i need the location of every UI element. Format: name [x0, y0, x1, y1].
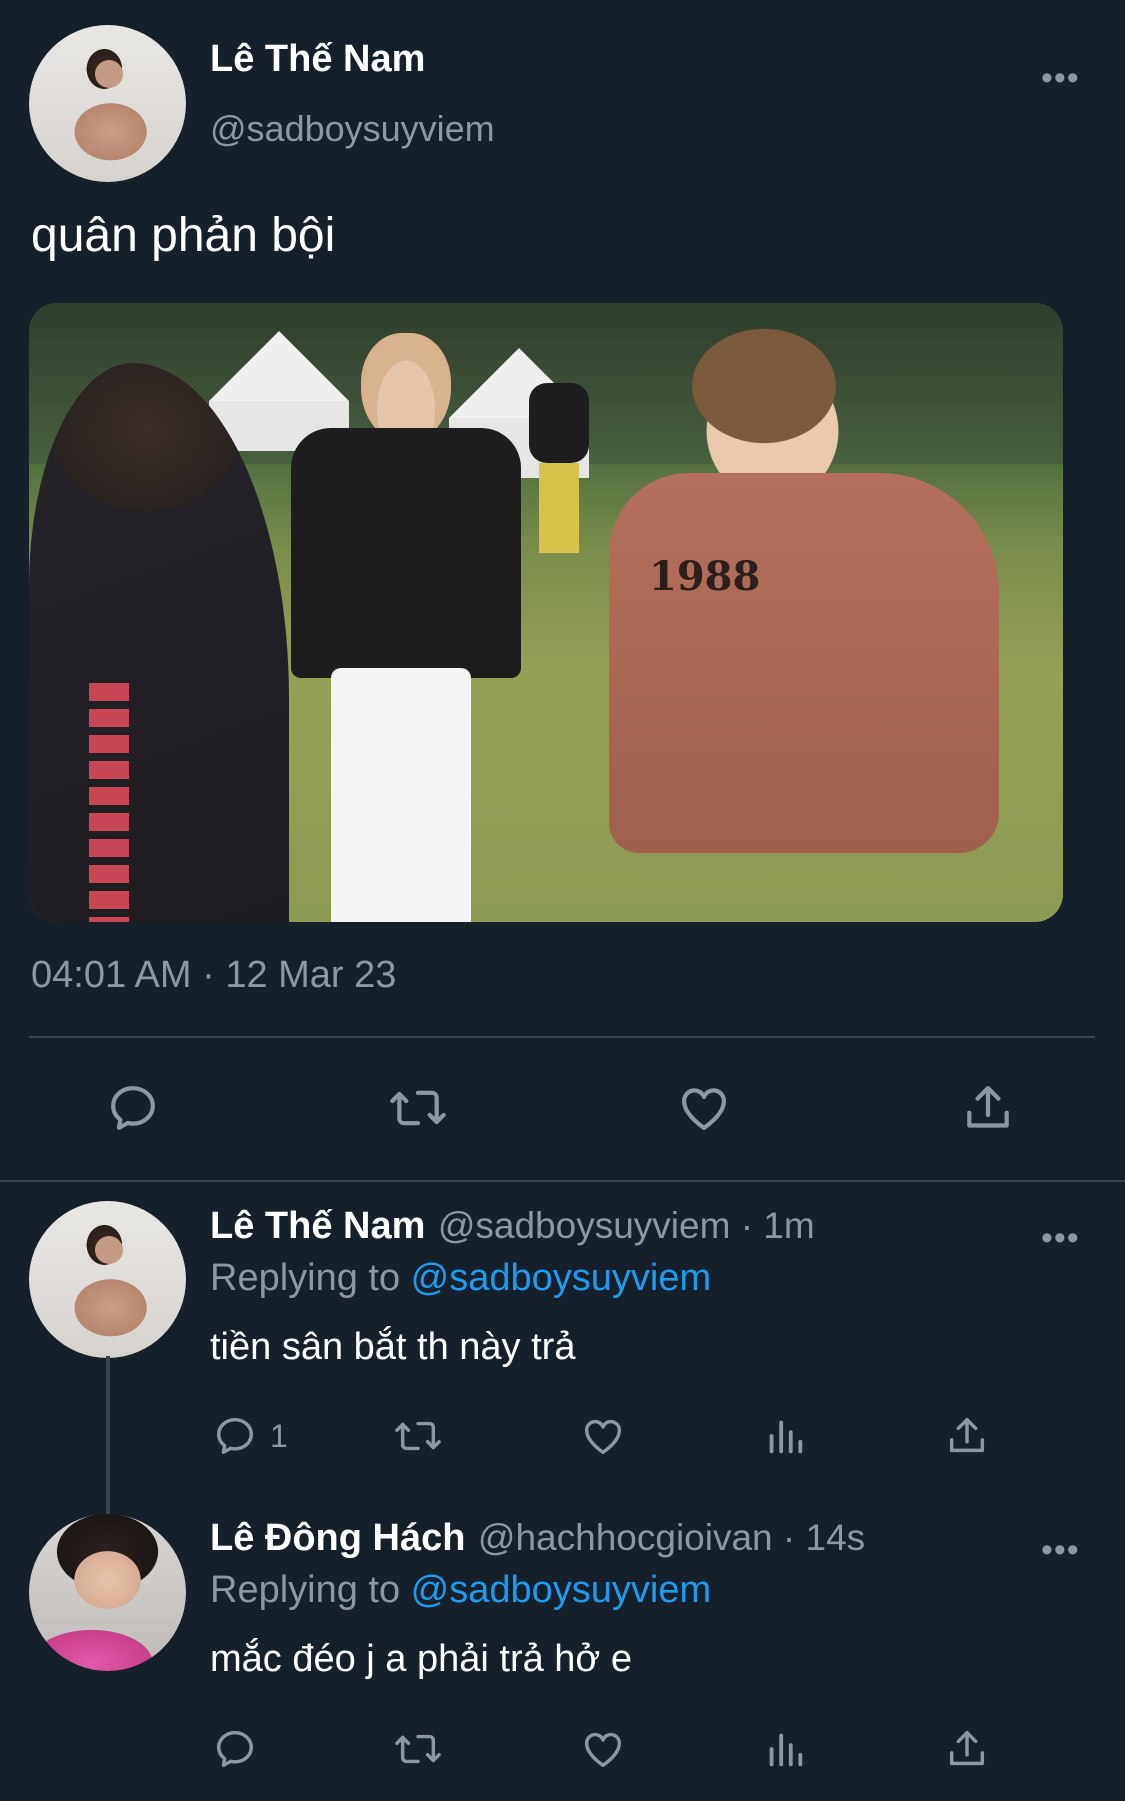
thread-connector-line	[106, 1356, 110, 1514]
media-figure: 1988	[589, 323, 1019, 922]
replying-prefix: Replying to	[210, 1257, 411, 1299]
retweet-icon	[395, 1421, 441, 1451]
retweet-button[interactable]	[392, 1726, 444, 1772]
reply-button[interactable]	[105, 1080, 161, 1136]
share-icon	[949, 1730, 985, 1766]
reply-text: mắc đéo j a phải trả hở e	[210, 1638, 633, 1680]
reply-count: 1	[270, 1417, 288, 1454]
reply-header: Lê Đông Hách @hachhocgioivan · 14s	[210, 1517, 865, 1560]
media-shirt-print: 1988	[649, 553, 761, 600]
like-button[interactable]	[676, 1080, 732, 1136]
divider	[29, 1036, 1095, 1038]
tweet-text: quân phản bội	[31, 209, 336, 262]
analytics-button[interactable]	[762, 1726, 808, 1772]
tweet-media-image[interactable]: 1988	[29, 303, 1063, 922]
reply-author-name[interactable]: Lê Thế Nam	[210, 1205, 425, 1247]
reply-author-avatar[interactable]	[29, 1514, 186, 1671]
reply-author-meta[interactable]: @hachhocgioivan · 14s	[478, 1517, 865, 1558]
reply-button[interactable]: 1	[212, 1413, 288, 1459]
reply-author-avatar[interactable]	[29, 1201, 186, 1358]
replying-mention-link[interactable]: @sadboysuyviem	[411, 1257, 711, 1299]
replying-mention-link[interactable]: @sadboysuyviem	[411, 1569, 711, 1611]
retweet-button[interactable]	[392, 1413, 444, 1459]
share-button[interactable]	[944, 1726, 990, 1772]
reply-author-name[interactable]: Lê Đông Hách	[210, 1517, 465, 1559]
reply-icon	[111, 1086, 155, 1130]
replying-prefix: Replying to	[210, 1569, 411, 1611]
reply-icon	[216, 1730, 254, 1768]
media-figure	[251, 333, 551, 922]
more-options-icon[interactable]: •••	[1041, 1533, 1080, 1567]
replying-to: Replying to @sadboysuyviem	[210, 1569, 711, 1612]
reply-text: tiền sân bắt th này trả	[210, 1326, 576, 1368]
analytics-icon	[769, 1733, 803, 1767]
reply-button[interactable]	[212, 1726, 258, 1772]
analytics-button[interactable]	[762, 1413, 808, 1459]
retweet-icon	[390, 1090, 446, 1126]
like-icon	[584, 1419, 622, 1455]
tweet-timestamp[interactable]: 04:01 AM · 12 Mar 23	[31, 954, 396, 997]
author-avatar[interactable]	[29, 25, 186, 182]
tweet-thread: Lê Thế Nam @sadboysuyviem ••• quân phản …	[0, 0, 1125, 1801]
like-icon	[682, 1088, 726, 1130]
divider	[0, 1180, 1125, 1182]
share-icon	[967, 1086, 1009, 1128]
like-icon	[584, 1732, 622, 1768]
replying-to: Replying to @sadboysuyviem	[210, 1257, 711, 1300]
more-options-icon[interactable]: •••	[1041, 1221, 1080, 1255]
like-button[interactable]	[580, 1413, 626, 1459]
reply-author-meta[interactable]: @sadboysuyviem · 1m	[438, 1205, 815, 1246]
analytics-icon	[769, 1420, 803, 1454]
share-button[interactable]	[944, 1413, 990, 1459]
reply-header: Lê Thế Nam @sadboysuyviem · 1m	[210, 1205, 815, 1248]
author-name[interactable]: Lê Thế Nam	[210, 38, 425, 81]
share-button[interactable]	[960, 1080, 1016, 1136]
retweet-icon	[395, 1734, 441, 1764]
share-icon	[949, 1417, 985, 1453]
like-button[interactable]	[580, 1726, 626, 1772]
more-options-icon[interactable]: •••	[1041, 61, 1080, 95]
retweet-button[interactable]	[387, 1080, 449, 1136]
reply-icon	[216, 1417, 254, 1455]
author-handle[interactable]: @sadboysuyviem	[210, 108, 495, 150]
